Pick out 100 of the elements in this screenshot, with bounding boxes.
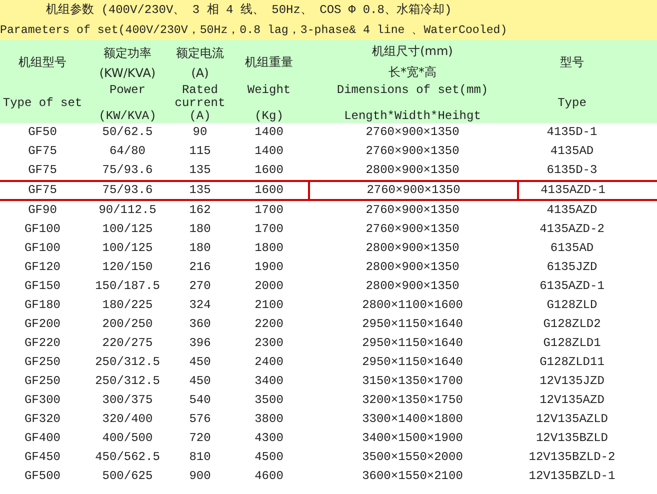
column-header: Dimensions of set(mm): [336, 84, 488, 97]
table-cell-text: 150/187.5: [94, 278, 161, 295]
table-cell-text: GF220: [23, 335, 62, 352]
column-header: 额定功率: [104, 44, 152, 62]
table-cell-text: 1800: [254, 240, 284, 257]
table-cell-text: 576: [188, 411, 212, 428]
table-cell-text: 4135AZD: [546, 202, 598, 219]
table-cell-text: GF120: [23, 259, 62, 276]
table-subtitle: Parameters of set(400V/230V，50Hz，0.8 lag，3-phase& 4 line 、WaterCooled): [0, 24, 508, 37]
table-cell-text: GF320: [23, 411, 62, 428]
table-cell-text: 500/625: [101, 468, 154, 485]
table-cell-text: 2950×1150×1640: [361, 316, 464, 333]
table-cell-text: 2800×900×1350: [364, 162, 460, 179]
table-cell-text: 12V135BZLD-2: [528, 449, 616, 466]
table-cell-text: 450: [188, 354, 212, 371]
table-cell-text: GF500: [23, 468, 62, 485]
table-cell-text: GF75: [27, 143, 58, 160]
table-cell-text: 2760×900×1350: [364, 124, 460, 141]
table-cell-text: G128ZLD11: [538, 354, 606, 371]
table-cell-text: 2760×900×1350: [364, 143, 460, 160]
column-header: 机组重量: [245, 54, 293, 70]
table-cell-text: 300/375: [101, 392, 154, 409]
table-title: 机组参数 (400V/230V、 3 相 4 线、 50Hz、 COS Φ 0.8、水箱冷却): [46, 3, 452, 17]
table-cell-text: 2400: [254, 354, 284, 371]
table-cell-text: 4600: [254, 468, 284, 485]
table-cell-text: 2200: [254, 316, 284, 333]
column-header: (A): [189, 110, 211, 123]
table-cell-text: GF300: [23, 392, 62, 409]
table-cell-text: 75/93.6: [101, 182, 154, 199]
table-cell-text: 6135AD: [549, 240, 595, 257]
table-cell-text: 90/112.5: [98, 202, 158, 219]
table-cell-text: 2800×900×1350: [364, 259, 460, 276]
table-cell-text: GF100: [23, 221, 62, 238]
table-cell-text: 100/125: [101, 240, 154, 257]
table-cell-text: 100/125: [101, 221, 154, 238]
table-cell-text: 75/93.6: [101, 162, 154, 179]
table-cell-text: 135: [188, 162, 212, 179]
table-cell-text: 12V135JZD: [538, 373, 606, 390]
column-header: (KW/KVA): [98, 110, 156, 123]
table-cell-text: 4300: [254, 430, 284, 447]
table-cell-text: G128ZLD1: [542, 335, 602, 352]
table-cell-text: 6135JZD: [546, 259, 598, 276]
column-header: Type of set: [2, 97, 82, 110]
column-header: (Kg): [254, 110, 284, 123]
table-cell-text: 4135D-1: [546, 124, 598, 141]
table-cell-text: 1900: [254, 259, 284, 276]
table-cell-text: 180/225: [101, 297, 154, 314]
table-cell-text: 12V135AZLD: [534, 411, 609, 428]
table-cell-text: GF150: [23, 278, 62, 295]
table-cell-text: 3150×1350×1700: [361, 373, 464, 390]
table-cell-text: 3200×1350×1750: [361, 392, 464, 409]
column-header: Rated: [182, 84, 218, 97]
table-cell-text: 120/150: [101, 259, 154, 276]
table-cell-text: GF250: [23, 373, 62, 390]
table-cell-text: 810: [188, 449, 212, 466]
column-header: Weight: [247, 84, 291, 97]
table-cell-text: 50/62.5: [101, 124, 154, 141]
table-cell-text: GF180: [23, 297, 62, 314]
table-cell-text: 2760×900×1350: [364, 202, 460, 219]
table-cell-text: 1400: [254, 143, 284, 160]
column-header: Type: [558, 97, 586, 110]
table-cell-text: 180: [188, 240, 212, 257]
column-header: (A): [191, 66, 209, 80]
table-cell-text: 3400×1500×1900: [361, 430, 464, 447]
table-cell-text: 540: [188, 392, 212, 409]
table-cell-text: 3500×1550×2000: [361, 449, 464, 466]
table-cell-text: 216: [188, 259, 212, 276]
table-cell-text: 250/312.5: [94, 354, 161, 371]
table-cell-text: 2800×900×1350: [364, 278, 460, 295]
table-cell-text: 1400: [254, 124, 284, 141]
table-cell-text: 900: [188, 468, 212, 485]
table-cell-text: 3300×1400×1800: [361, 411, 464, 428]
table-cell-text: GF200: [23, 316, 62, 333]
table-cell-text: GF250: [23, 354, 62, 371]
table-cell: 4135AZD-1: [517, 182, 627, 199]
table-cell: 2760×900×1350: [308, 182, 517, 199]
table-cell-text: 396: [188, 335, 212, 352]
column-header: 机组型号: [18, 54, 66, 70]
table-cell-text: 250/312.5: [94, 373, 161, 390]
table-cell-text: 4135AZD-2: [538, 221, 606, 238]
table-cell-text: 220/275: [101, 335, 154, 352]
table-cell-text: 1600: [254, 182, 284, 199]
column-header: (KW/KVA): [99, 66, 156, 80]
table-cell-text: G128ZLD: [546, 297, 598, 314]
table-cell-text: 1700: [254, 202, 284, 219]
column-header: 长*宽*高: [388, 64, 436, 81]
table-cell-text: 2950×1150×1640: [361, 335, 464, 352]
table-cell-text: 1700: [254, 221, 284, 238]
table-cell-text: GF400: [23, 430, 62, 447]
column-header: 型号: [560, 54, 584, 70]
table-cell-text: 720: [188, 430, 212, 447]
table-cell-text: 450/562.5: [94, 449, 161, 466]
table-cell-text: GF75: [27, 182, 58, 199]
column-header: current: [174, 97, 226, 110]
table-cell-text: 450: [188, 373, 212, 390]
table-cell-text: 4500: [254, 449, 284, 466]
table-cell-text: 180: [188, 221, 212, 238]
table-cell-text: 12V135BZLD-1: [528, 468, 616, 485]
table-cell-text: GF450: [23, 449, 62, 466]
table-cell-text: 90: [192, 124, 208, 141]
